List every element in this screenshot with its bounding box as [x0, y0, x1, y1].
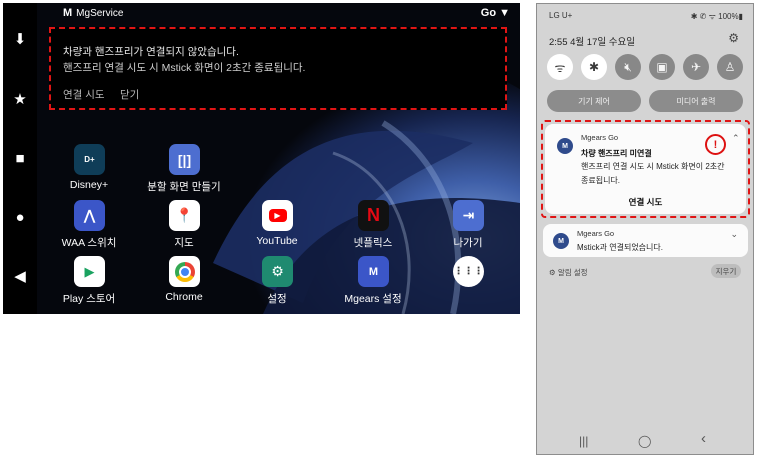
- chevron-up-icon[interactable]: ⌃: [732, 133, 740, 144]
- notification-body: Mstick과 연결되었습니다.: [577, 243, 663, 252]
- settings-gear-icon[interactable]: ⚙: [728, 31, 739, 45]
- banner-message-line2: 핸즈프리 연결 시도 시 Mstick 화면이 2초간 종료됩니다.: [63, 62, 306, 74]
- media-output-button[interactable]: 미디어 출력: [649, 90, 743, 112]
- mute-icon[interactable]: 🔇︎: [615, 54, 641, 80]
- go-label: Go: [480, 7, 497, 19]
- app-drawer-icon[interactable]: ⋮⋮⋮: [453, 256, 484, 287]
- app-label-maps[interactable]: 지도: [134, 235, 234, 250]
- side-navigation-bar: ⬇ ★ ■ ● ◀: [3, 3, 37, 314]
- notification-app-name: Mgears Go: [581, 133, 619, 142]
- handsfree-warning-banner: 차량과 핸즈프리가 연결되지 않았습니다. 핸즈프리 연결 시도 시 Mstic…: [49, 27, 507, 110]
- app-label-mgears[interactable]: Mgears 설정: [323, 291, 423, 306]
- notification-body-line2: 종료됩니다.: [581, 176, 621, 185]
- airplane-icon[interactable]: ✈: [683, 54, 709, 80]
- device-control-button[interactable]: 기기 제어: [547, 90, 641, 112]
- exit-icon[interactable]: ⇥: [453, 200, 484, 231]
- disney-icon[interactable]: D+: [74, 144, 105, 175]
- notification-body-line1: 핸즈프리 연결 시도 시 Mstick 화면이 2초간: [581, 162, 725, 171]
- bluetooth-icon[interactable]: ✱: [581, 54, 607, 80]
- mgears-badge-icon: M: [557, 138, 573, 154]
- notification-settings-label: 알림 설정: [557, 268, 588, 277]
- connected-notification-card[interactable]: M Mgears Go Mstick과 연결되었습니다. ⌄: [543, 224, 748, 257]
- chevron-down-icon[interactable]: ⌄: [730, 229, 738, 240]
- settings-dot-icon: ⚙: [549, 268, 556, 277]
- phone-notification-shade: LG U+ ✱ ✆ ᯤ 100%▮ 2:55 4월 17일 수요일 ⚙ ᯤ ✱ …: [536, 3, 754, 455]
- connect-attempt-button[interactable]: 연결 시도: [63, 87, 105, 102]
- app-label-netflix[interactable]: 넷플릭스: [323, 235, 423, 250]
- status-right-icons: ✱ ✆ ᯤ 100%▮: [690, 12, 743, 21]
- app-label-youtube[interactable]: YouTube: [227, 235, 327, 247]
- split-screen-icon[interactable]: [|]: [169, 144, 200, 175]
- circle-icon[interactable]: ●: [9, 207, 31, 229]
- car-status-bar: M MgService Go ▼: [37, 3, 520, 25]
- maps-icon[interactable]: 📍: [169, 200, 200, 231]
- app-label-settings[interactable]: 설정: [227, 291, 327, 306]
- close-button[interactable]: 닫기: [120, 87, 139, 102]
- app-label-disney[interactable]: Disney+: [39, 179, 139, 191]
- recent-apps-button[interactable]: |||: [579, 434, 588, 448]
- notification-title: 차량 핸즈프리 미연결: [581, 149, 652, 158]
- download-icon[interactable]: ⬇: [9, 29, 31, 51]
- home-button[interactable]: ◯: [638, 434, 651, 448]
- banner-message-line1: 차량과 핸즈프리가 연결되지 않았습니다.: [63, 46, 239, 58]
- play-store-icon[interactable]: ▶: [74, 256, 105, 287]
- status-right: Go ▼: [481, 7, 510, 19]
- settings-icon[interactable]: ⚙: [262, 256, 293, 287]
- date-time: 2:55 4월 17일 수요일: [549, 37, 635, 48]
- app-label-play-store[interactable]: Play 스토어: [39, 291, 139, 306]
- status-app: M MgService: [63, 7, 123, 19]
- app-label-split-screen[interactable]: 분할 화면 만들기: [134, 179, 234, 194]
- car-head-unit-screen: ⬇ ★ ■ ● ◀ M MgService Go ▼ 차량과 핸즈프리가 연결되지…: [3, 3, 520, 314]
- app-label-waa[interactable]: WAA 스위치: [39, 235, 139, 250]
- clear-button[interactable]: 지우기: [711, 264, 741, 278]
- connect-attempt-action[interactable]: 연결 시도: [545, 196, 746, 208]
- back-button[interactable]: ‹: [701, 430, 706, 447]
- carrier-label: LG U+: [549, 11, 573, 20]
- app-name: MgService: [76, 8, 124, 19]
- mgears-icon[interactable]: M: [358, 256, 389, 287]
- star-icon[interactable]: ★: [9, 89, 31, 111]
- exclamation-warning-icon: !: [705, 134, 726, 155]
- flashlight-icon[interactable]: ♙: [717, 54, 743, 80]
- wifi-icon: ▼: [499, 7, 510, 19]
- waa-icon[interactable]: ⋀: [74, 200, 105, 231]
- youtube-icon[interactable]: ▶: [262, 200, 293, 231]
- notification-app-name: Mgears Go: [577, 229, 615, 238]
- wifi-icon[interactable]: ᯤ: [547, 54, 573, 80]
- phone-status-bar: LG U+ ✱ ✆ ᯤ 100%▮: [537, 4, 753, 24]
- app-logo: M: [63, 7, 73, 19]
- mgears-badge-icon: M: [553, 233, 569, 249]
- handsfree-notification-card[interactable]: M Mgears Go 차량 핸즈프리 미연결 핸즈프리 연결 시도 시 Mst…: [545, 124, 746, 214]
- app-label-chrome[interactable]: Chrome: [134, 291, 234, 303]
- app-label-exit[interactable]: 나가기: [418, 235, 518, 250]
- notification-settings-link[interactable]: ⚙ 알림 설정: [549, 267, 588, 278]
- lock-icon[interactable]: ▣: [649, 54, 675, 80]
- handsfree-notification-highlight: M Mgears Go 차량 핸즈프리 미연결 핸즈프리 연결 시도 시 Mst…: [541, 120, 750, 218]
- square-icon[interactable]: ■: [9, 148, 31, 170]
- chrome-icon[interactable]: [169, 256, 200, 287]
- netflix-icon[interactable]: N: [358, 200, 389, 231]
- back-triangle-icon[interactable]: ◀: [9, 266, 31, 288]
